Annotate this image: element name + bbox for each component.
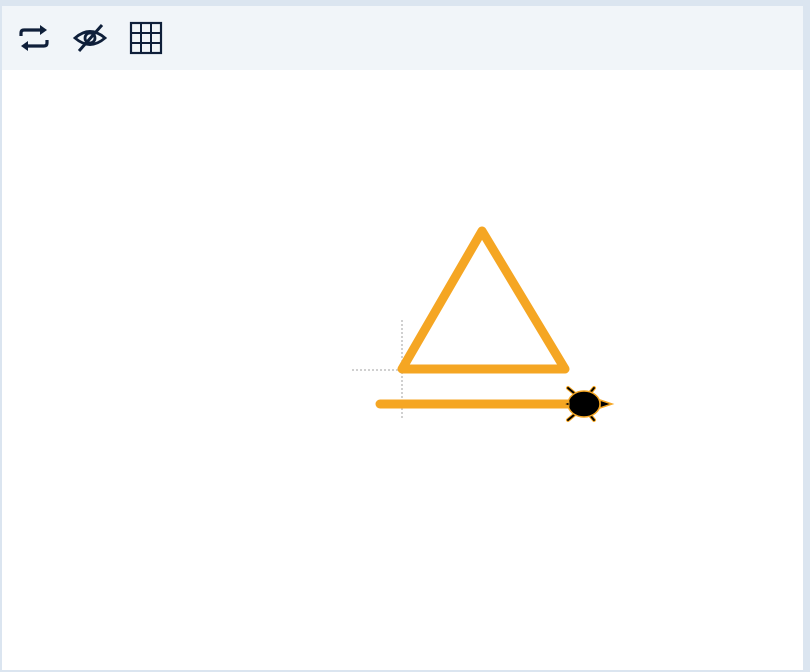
eye-off-icon	[72, 24, 108, 52]
turtle-panel	[2, 6, 803, 670]
turtle[interactable]	[562, 386, 615, 422]
grid-button[interactable]	[126, 18, 166, 58]
drawn-triangle	[397, 226, 570, 374]
repeat-button[interactable]	[14, 18, 54, 58]
app-window	[0, 0, 810, 672]
hide-turtle-button[interactable]	[70, 18, 110, 58]
toolbar	[2, 6, 803, 70]
drawing-canvas[interactable]	[2, 70, 803, 670]
repeat-icon	[19, 25, 49, 51]
drawing-surface	[352, 226, 615, 422]
grid-icon	[129, 21, 163, 55]
